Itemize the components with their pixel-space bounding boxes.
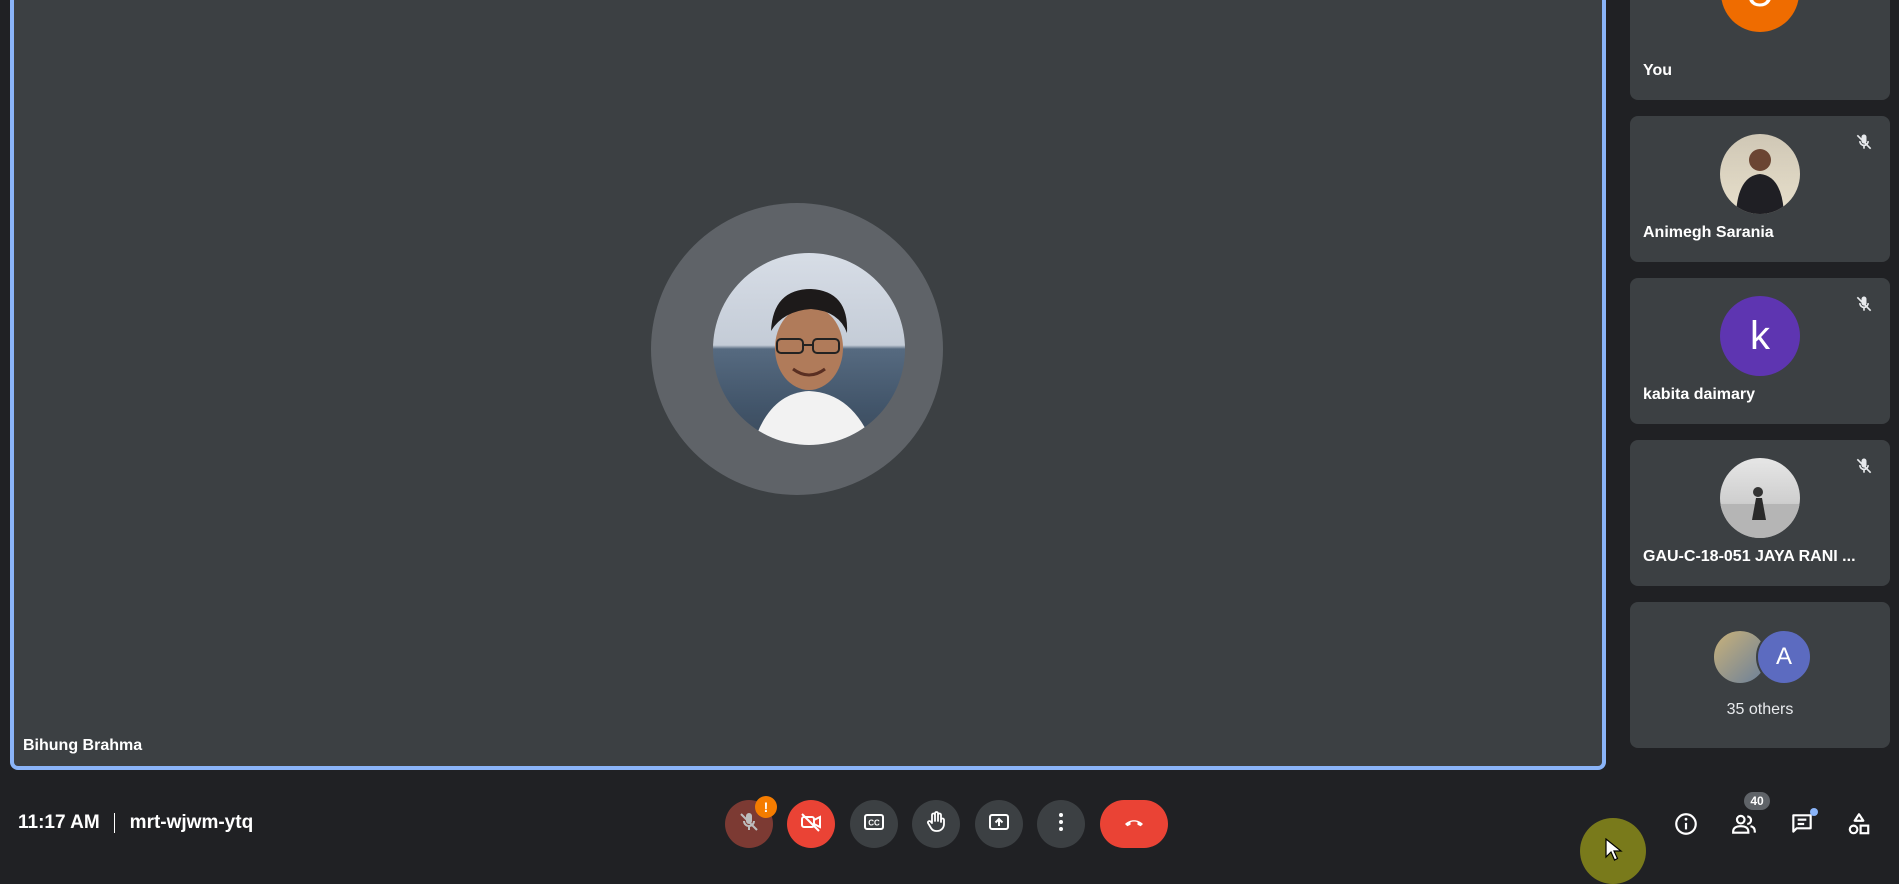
more-options-button[interactable]	[1037, 800, 1085, 848]
present-screen-icon	[987, 810, 1011, 839]
avatar: k	[1720, 296, 1800, 376]
avatar: U	[1721, 0, 1799, 32]
call-end-icon	[1122, 810, 1146, 839]
mic-off-icon	[1854, 294, 1874, 314]
meeting-details-button[interactable]	[1672, 812, 1700, 840]
avatar	[1720, 134, 1800, 214]
videocam-off-icon	[799, 810, 823, 839]
divider	[113, 813, 115, 833]
avatar: A	[1756, 629, 1812, 685]
activities-button[interactable]	[1845, 812, 1873, 840]
microphone-button[interactable]: !	[725, 796, 777, 848]
participant-tile-jaya-rani[interactable]: GAU-C-18-051 JAYA RANI ...	[1630, 440, 1890, 586]
closed-caption-icon: CC	[862, 810, 886, 839]
speaker-name-label: Bihung Brahma	[23, 737, 143, 754]
participant-name: You	[1643, 62, 1673, 79]
others-count-label: 35 others	[1726, 701, 1794, 718]
unread-dot	[1810, 808, 1818, 816]
mic-off-icon	[1854, 456, 1874, 476]
clock-time: 11:17 AM	[18, 812, 100, 833]
chat-button[interactable]	[1788, 808, 1818, 840]
show-everyone-button[interactable]: 40	[1730, 792, 1770, 842]
avatar	[1720, 458, 1800, 538]
speaker-avatar	[713, 253, 905, 445]
participant-name: Animegh Sarania	[1643, 224, 1774, 241]
raise-hand-button[interactable]	[912, 800, 960, 848]
others-tile[interactable]: A 35 others	[1630, 602, 1890, 748]
activities-icon	[1846, 811, 1872, 842]
meeting-details: 11:17 AM mrt-wjwm-ytq	[18, 812, 253, 834]
svg-text:CC: CC	[868, 818, 880, 827]
meeting-code: mrt-wjwm-ytq	[129, 812, 254, 833]
leave-call-button[interactable]	[1100, 800, 1168, 848]
mic-off-icon	[1854, 132, 1874, 152]
present-now-button[interactable]	[975, 800, 1023, 848]
raise-hand-icon	[924, 810, 948, 839]
participant-tile-you[interactable]: U You	[1630, 0, 1890, 100]
info-icon	[1673, 811, 1699, 842]
participant-tile-animegh-sarania[interactable]: Animegh Sarania	[1630, 116, 1890, 262]
participant-name: kabita daimary	[1643, 386, 1756, 403]
participant-name: GAU-C-18-051 JAYA RANI ...	[1643, 548, 1856, 565]
captions-button[interactable]: CC	[850, 800, 898, 848]
people-icon	[1731, 811, 1757, 842]
people-count-badge: 40	[1744, 792, 1770, 810]
mic-alert-badge: !	[755, 796, 777, 818]
camera-button[interactable]	[787, 800, 835, 848]
participant-tile-kabita-daimary[interactable]: k kabita daimary	[1630, 278, 1890, 424]
more-vert-icon	[1049, 810, 1073, 839]
